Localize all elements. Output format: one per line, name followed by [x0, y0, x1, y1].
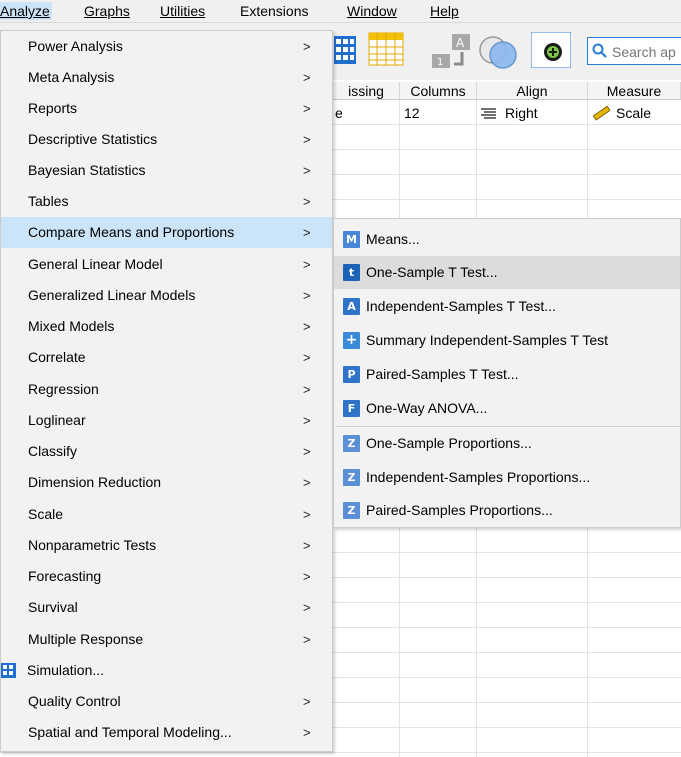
menu-item-spatial-temporal[interactable]: Spatial and Temporal Modeling... >	[1, 717, 332, 748]
col-header-missing[interactable]: issing	[333, 82, 400, 100]
menu-item-tables[interactable]: Tables >	[1, 186, 332, 217]
align-value: Right	[505, 105, 538, 121]
ruler-icon	[592, 105, 610, 121]
menu-item-power-analysis[interactable]: Power Analysis >	[1, 31, 332, 62]
chevron-right-icon: >	[303, 382, 311, 397]
analyze-menu: Power Analysis > Meta Analysis > Reports > …	[0, 30, 333, 752]
menu-item-multiple-response[interactable]: Multiple Response >	[1, 624, 332, 655]
paired-t-test-icon: P	[343, 366, 360, 383]
chevron-right-icon: >	[303, 569, 311, 584]
menu-item-nonparametric-tests[interactable]: Nonparametric Tests >	[1, 530, 332, 561]
chevron-right-icon: >	[303, 132, 311, 147]
menu-item-generalized-linear-models[interactable]: Generalized Linear Models >	[1, 280, 332, 311]
menu-item-quality-control[interactable]: Quality Control >	[1, 686, 332, 717]
chevron-right-icon: >	[303, 101, 311, 116]
measure-value: Scale	[616, 105, 652, 121]
menu-item-regression[interactable]: Regression >	[1, 374, 332, 405]
independent-proportions-icon: Z	[343, 469, 360, 486]
menu-item-general-linear-model[interactable]: General Linear Model >	[1, 249, 332, 280]
chevron-right-icon: >	[303, 600, 311, 615]
search-box[interactable]	[587, 37, 681, 65]
submenu-item-paired-samples-proportions[interactable]: Z Paired-Samples Proportions...	[334, 494, 680, 527]
submenu-item-one-way-anova[interactable]: F One-Way ANOVA...	[334, 392, 680, 425]
chevron-right-icon: >	[303, 413, 311, 428]
chevron-right-icon: >	[303, 538, 311, 553]
chevron-right-icon: >	[303, 507, 311, 522]
chevron-right-icon: >	[303, 694, 311, 709]
venn-sets-icon[interactable]	[478, 34, 520, 73]
cell-columns[interactable]: 12	[404, 102, 420, 124]
menu-window[interactable]: Window	[345, 2, 399, 20]
plus-icon: +	[343, 332, 360, 349]
chevron-right-icon: >	[303, 39, 311, 54]
grid-table-icon[interactable]	[334, 36, 356, 67]
menu-item-classify[interactable]: Classify >	[1, 436, 332, 467]
submenu-item-means[interactable]: M Means...	[334, 223, 680, 256]
submenu-item-independent-samples-t-test[interactable]: A Independent-Samples T Test...	[334, 290, 680, 323]
submenu-item-summary-independent-t-test[interactable]: + Summary Independent-Samples T Test	[334, 324, 680, 357]
menu-item-bayesian-statistics[interactable]: Bayesian Statistics >	[1, 155, 332, 186]
col-header-align[interactable]: Align	[477, 82, 588, 100]
menu-item-descriptive-statistics[interactable]: Descriptive Statistics >	[1, 124, 332, 155]
spreadsheet-icon[interactable]	[368, 32, 404, 69]
menu-item-loglinear[interactable]: Loglinear >	[1, 405, 332, 436]
menu-item-compare-means[interactable]: Compare Means and Proportions >	[1, 217, 332, 248]
menu-analyze[interactable]: Analyze	[0, 2, 52, 20]
chevron-right-icon: >	[303, 288, 311, 303]
menu-item-scale[interactable]: Scale >	[1, 499, 332, 530]
anova-icon: F	[343, 400, 360, 417]
cell-align[interactable]: Right	[481, 102, 586, 124]
chevron-right-icon: >	[303, 70, 311, 85]
menu-item-mixed-models[interactable]: Mixed Models >	[1, 311, 332, 342]
chevron-right-icon: >	[303, 632, 311, 647]
menu-graphs[interactable]: Graphs	[82, 2, 132, 20]
menu-item-forecasting[interactable]: Forecasting >	[1, 561, 332, 592]
menu-item-meta-analysis[interactable]: Meta Analysis >	[1, 62, 332, 93]
menu-bar: Analyze Graphs Utilities Extensions Wind…	[0, 0, 681, 23]
search-input[interactable]	[610, 41, 681, 63]
submenu-item-one-sample-proportions[interactable]: Z One-Sample Proportions...	[334, 427, 680, 460]
add-target-icon[interactable]	[530, 31, 572, 71]
chevron-right-icon: >	[303, 225, 311, 240]
paired-proportions-icon: Z	[343, 502, 360, 519]
chevron-right-icon: >	[303, 319, 311, 334]
submenu-item-paired-samples-t-test[interactable]: P Paired-Samples T Test...	[334, 358, 680, 391]
submenu-item-independent-samples-proportions[interactable]: Z Independent-Samples Proportions...	[334, 461, 680, 494]
chevron-right-icon: >	[303, 444, 311, 459]
simulation-grid-icon	[1, 663, 16, 678]
svg-text:1: 1	[437, 57, 443, 68]
col-header-measure[interactable]: Measure	[588, 82, 681, 100]
t-test-icon: t	[343, 264, 360, 281]
svg-text:A: A	[456, 36, 465, 50]
proportions-icon: Z	[343, 435, 360, 452]
cell-measure[interactable]: Scale	[592, 102, 681, 124]
menu-extensions[interactable]: Extensions	[238, 2, 310, 20]
col-header-columns[interactable]: Columns	[400, 82, 477, 100]
menu-item-dimension-reduction[interactable]: Dimension Reduction >	[1, 467, 332, 498]
value-labels-icon[interactable]: A 1	[432, 34, 472, 71]
menu-item-survival[interactable]: Survival >	[1, 592, 332, 623]
chevron-right-icon: >	[303, 350, 311, 365]
independent-t-test-icon: A	[343, 298, 360, 315]
cell-missing[interactable]: e	[335, 102, 343, 124]
chevron-right-icon: >	[303, 163, 311, 178]
menu-help[interactable]: Help	[428, 2, 461, 20]
menu-utilities[interactable]: Utilities	[158, 2, 207, 20]
compare-means-submenu: M Means... t One-Sample T Test... A Inde…	[333, 218, 681, 528]
chevron-right-icon: >	[303, 725, 311, 740]
menu-item-correlate[interactable]: Correlate >	[1, 342, 332, 373]
means-icon: M	[343, 231, 360, 248]
search-icon	[592, 43, 607, 58]
chevron-right-icon: >	[303, 257, 311, 272]
submenu-item-one-sample-t-test[interactable]: t One-Sample T Test...	[334, 256, 680, 289]
chevron-right-icon: >	[303, 475, 311, 490]
chevron-right-icon: >	[303, 194, 311, 209]
menu-item-simulation[interactable]: Simulation...	[1, 655, 332, 686]
align-right-icon	[481, 108, 496, 119]
menu-item-reports[interactable]: Reports >	[1, 93, 332, 124]
